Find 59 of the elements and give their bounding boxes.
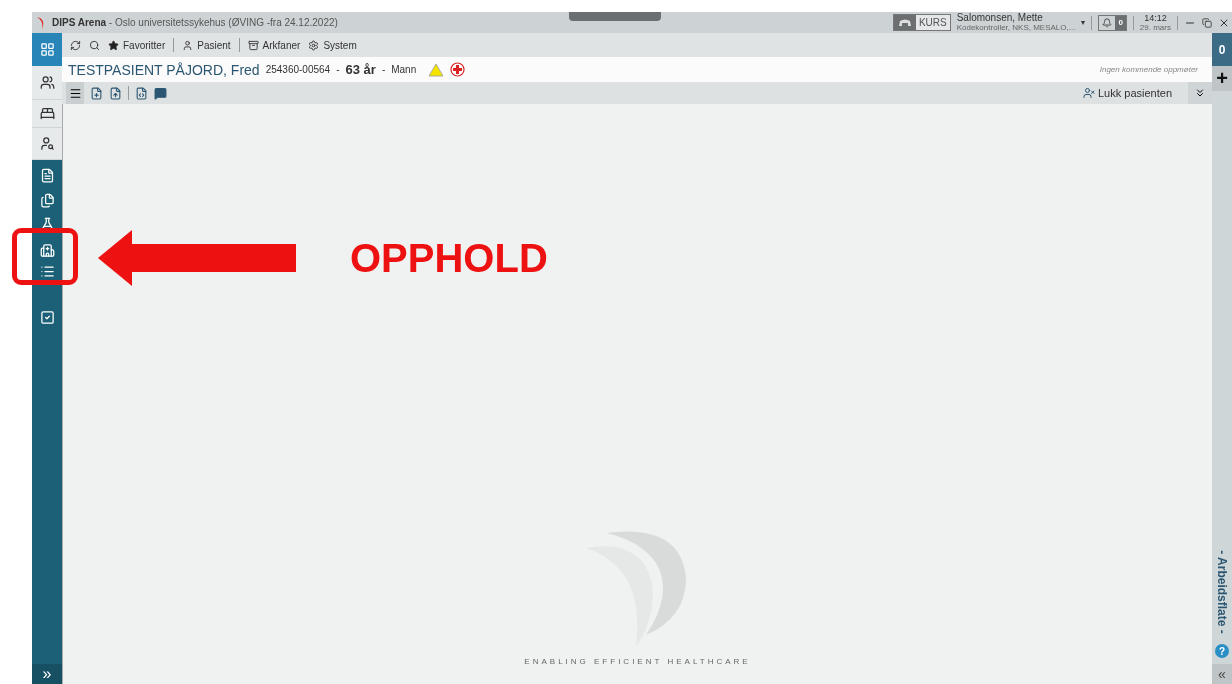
archive-icon [247, 39, 259, 51]
medical-cross-icon[interactable] [450, 62, 466, 77]
patient-age: 63 år [345, 62, 376, 77]
help-button[interactable]: ? [1215, 644, 1229, 658]
patient-sex: Mann [391, 64, 417, 75]
workspace-label[interactable]: - Arbeidsflate - [1215, 550, 1229, 634]
notifications-button[interactable]: 0 [1098, 14, 1127, 31]
rail-button[interactable] [32, 100, 62, 128]
restore-icon[interactable] [1202, 17, 1212, 28]
highlight-frame [12, 228, 78, 285]
bed-icon [39, 106, 55, 121]
comment-icon[interactable] [154, 86, 167, 100]
annotation-label: OPPHOLD [350, 236, 548, 281]
patient-id: 254360-00564 [265, 64, 331, 75]
add-button[interactable]: + [1212, 66, 1232, 91]
user-menu[interactable]: Salomonsen, Mette Kodekontroller, NKS, MESALO,... [956, 12, 1076, 33]
people-icon [39, 75, 55, 90]
menu-icon [68, 86, 82, 100]
star-icon [108, 39, 119, 51]
count-badge[interactable]: 0 [1212, 33, 1232, 66]
window-title: DIPS Arena - Oslo universitetssykehus (ØVING -fra 24.12.2022) [52, 17, 338, 28]
file-add-icon[interactable] [90, 86, 103, 100]
patient-name: TESTPASIENT PÅJORD, Fred [68, 61, 260, 78]
document-icon [39, 167, 55, 183]
expand-button[interactable]: » [32, 664, 62, 684]
gear-icon [308, 39, 320, 51]
toolbar-menu[interactable]: Pasient [182, 39, 231, 51]
search-icon [89, 39, 100, 51]
file-code-icon[interactable] [135, 86, 148, 100]
bell-icon [1102, 17, 1113, 28]
menu-button[interactable] [66, 82, 84, 104]
toolbar-menu[interactable]: System [308, 39, 357, 51]
close-patient-button[interactable]: Lukk pasienten [1083, 87, 1182, 99]
caret-icon[interactable]: ▾ [1081, 18, 1086, 27]
hospital-icon [39, 242, 55, 258]
slogan: ENABLING EFFICIENT HEALTHCARE [524, 657, 751, 666]
app-grid-icon [39, 42, 55, 57]
separator-text: - [336, 64, 340, 75]
more-button[interactable] [1188, 82, 1212, 104]
appointments-text: Ingen kommende oppmøter [1099, 65, 1198, 74]
toolbar-menu[interactable]: Arkfaner [247, 39, 301, 51]
toolbar-button[interactable] [70, 39, 81, 51]
file-upload-icon[interactable] [109, 86, 122, 100]
clock: 14:12 29. mars [1139, 12, 1171, 33]
list-icon [39, 263, 55, 279]
mode-badge: KURS [892, 14, 951, 31]
toolbar-menu[interactable]: Favoritter [108, 39, 166, 51]
refresh-icon [70, 39, 81, 51]
notes-icon [39, 192, 55, 208]
person-search-icon [39, 136, 55, 151]
window-handle[interactable] [569, 12, 662, 21]
person-x-icon [1083, 87, 1095, 99]
separator-text: - [381, 64, 386, 75]
chevrons-down-icon [1194, 87, 1206, 99]
checkbox-icon [39, 310, 55, 325]
toolbar-button[interactable] [89, 39, 100, 51]
collapse-button[interactable]: « [1212, 664, 1232, 684]
logo-icon [36, 15, 46, 30]
person-icon [182, 39, 194, 51]
